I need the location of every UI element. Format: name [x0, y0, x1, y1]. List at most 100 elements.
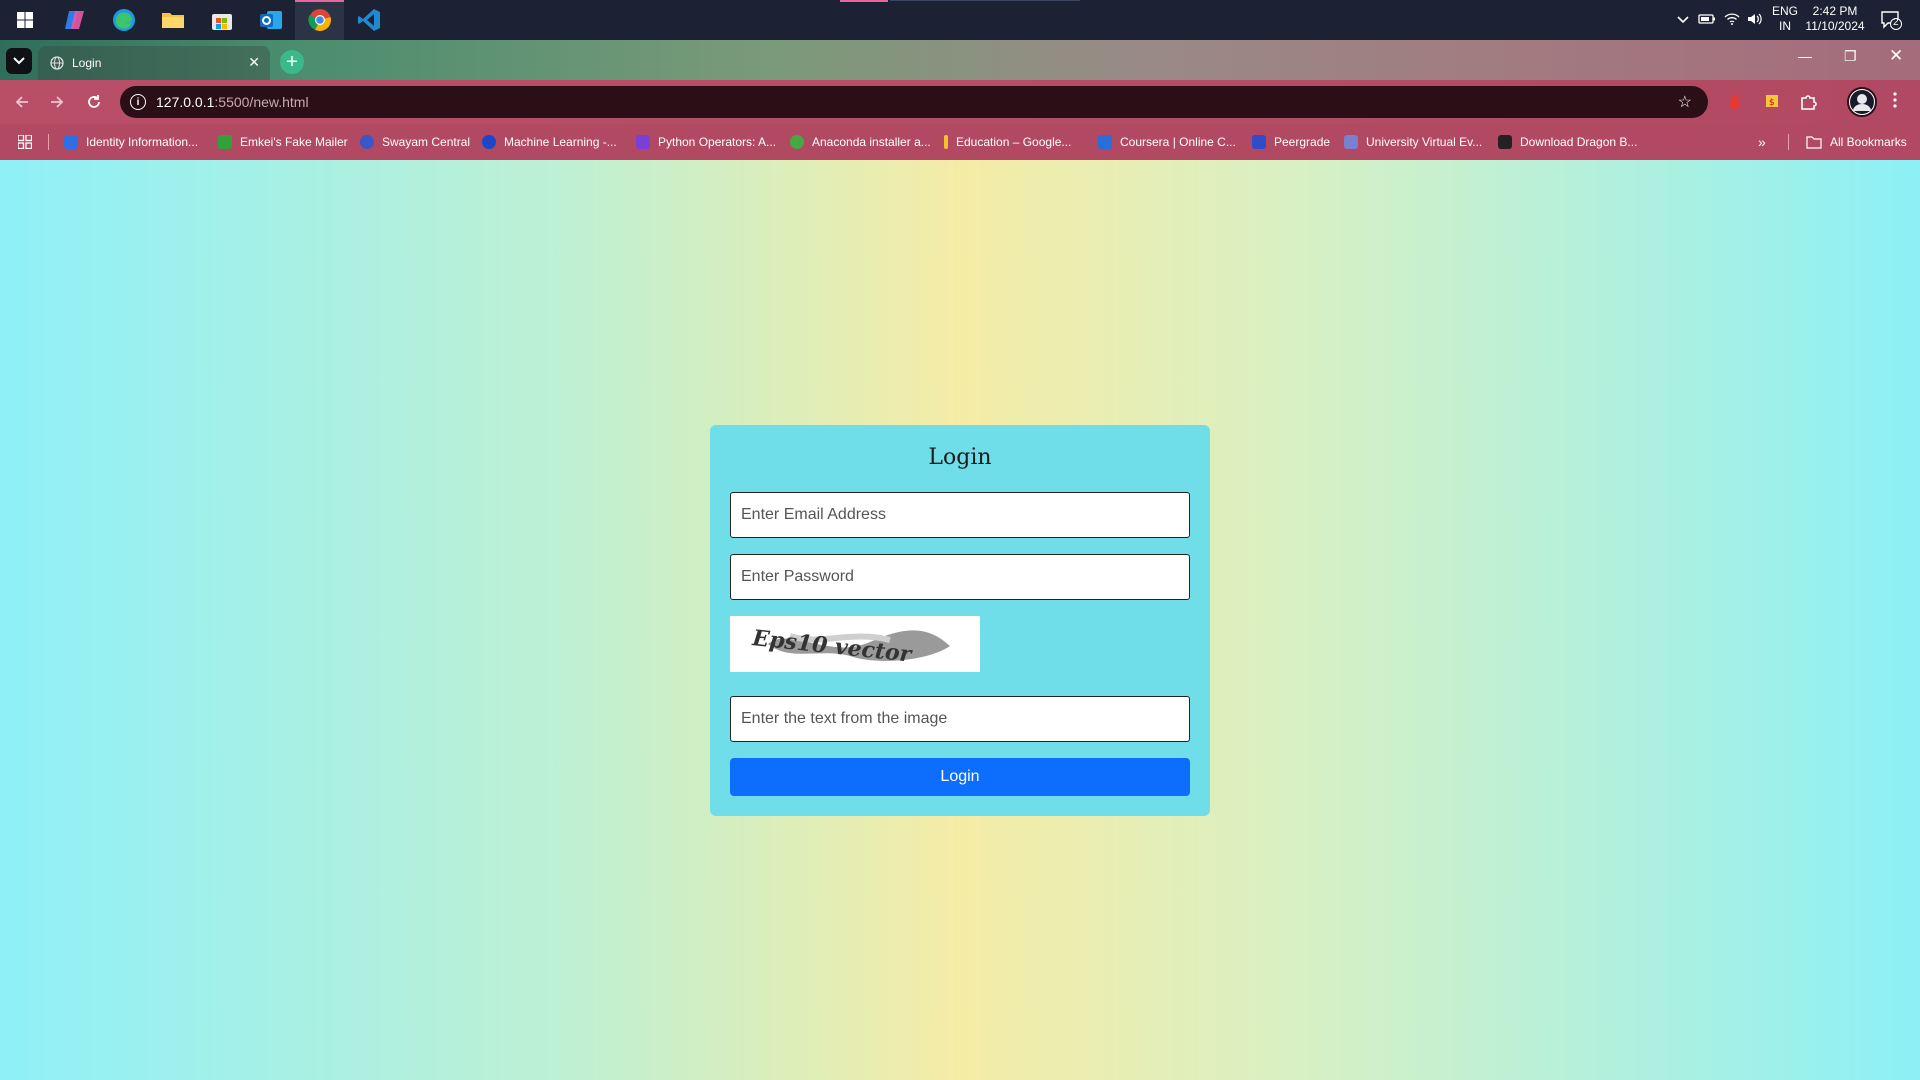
all-bookmarks-label: All Bookmarks [1830, 135, 1907, 149]
close-window-icon[interactable]: ✕ [1889, 46, 1903, 66]
microsoft-store-icon[interactable] [197, 0, 246, 40]
page-viewport: Login Eps10 vector Login [0, 160, 1920, 1080]
notification-count: 2 [1893, 17, 1899, 28]
taskbar-accent [840, 0, 888, 2]
taskbar-accent-line [890, 0, 1080, 1]
more-bookmarks-icon[interactable]: » [1758, 133, 1766, 151]
bookmark-favicon-icon [790, 135, 804, 149]
bookmark-item[interactable]: Machine Learning -... [482, 133, 617, 151]
bookmark-item[interactable]: Coursera | Online C... [1098, 133, 1236, 151]
url-host: 127.0.0.1 [156, 94, 215, 110]
bookmark-label: Education – Google... [956, 135, 1072, 149]
address-bar[interactable]: i 127.0.0.1:5500/new.html ☆ [120, 86, 1708, 118]
captcha-image: Eps10 vector [730, 616, 980, 672]
bookmark-favicon-icon [636, 135, 650, 149]
windows-start-icon[interactable] [0, 0, 49, 40]
bookmark-favicon-icon [944, 135, 948, 149]
bookmark-item[interactable]: Anaconda installer a... [790, 133, 931, 151]
clock-date: 11/10/2024 [1805, 19, 1865, 33]
volume-icon[interactable] [1747, 12, 1763, 31]
captcha-text: Eps10 vector [750, 625, 914, 668]
bookmark-item[interactable]: Emkei's Fake Mailer [218, 133, 348, 151]
more-options-icon[interactable] [1893, 92, 1897, 108]
bookmark-favicon-icon [1098, 135, 1112, 149]
email-field[interactable] [730, 492, 1190, 538]
bookmark-item[interactable]: Identity Information... [64, 133, 198, 151]
bookmark-label: Peergrade [1274, 135, 1331, 149]
restore-icon[interactable]: ❐ [1844, 48, 1857, 65]
site-info-icon[interactable]: i [130, 94, 146, 110]
bookmark-label: Machine Learning -... [504, 135, 617, 149]
globe-icon [50, 56, 64, 75]
bookmark-item[interactable]: Peergrade [1252, 133, 1330, 151]
url-path: :5500/new.html [214, 94, 309, 110]
tab-search-button[interactable] [6, 48, 32, 74]
login-button[interactable]: Login [730, 758, 1190, 796]
bookmark-favicon-icon [64, 135, 78, 149]
reload-icon[interactable] [86, 94, 102, 115]
battery-icon[interactable] [1698, 12, 1716, 31]
login-title: Login [928, 445, 992, 470]
bookmark-label: Emkei's Fake Mailer [240, 135, 348, 149]
bookmarks-bar: Identity Information... Emkei's Fake Mai… [0, 124, 1920, 160]
bookmark-item[interactable]: University Virtual Ev... [1344, 133, 1482, 151]
bookmark-label: University Virtual Ev... [1366, 135, 1483, 149]
language-code: ENG [1771, 4, 1798, 18]
extension-tag-icon[interactable]: $ [1764, 92, 1780, 115]
bookmark-label: Identity Information... [86, 135, 199, 149]
copilot-icon[interactable] [50, 0, 99, 40]
tab-strip: Login ✕ + [0, 40, 1920, 80]
profile-avatar[interactable] [1847, 87, 1877, 117]
notification-icon[interactable]: 2 [1880, 10, 1902, 35]
bookmark-favicon-icon [360, 135, 374, 149]
bookmark-label: Anaconda installer a... [812, 135, 931, 149]
tab-title: Login [72, 56, 102, 70]
outlook-icon[interactable] [246, 0, 295, 40]
bookmark-label: Coursera | Online C... [1120, 135, 1236, 149]
file-explorer-icon[interactable] [148, 0, 197, 40]
extensions-puzzle-icon[interactable] [1800, 92, 1818, 115]
browser-toolbar: i 127.0.0.1:5500/new.html ☆ $ [0, 80, 1920, 124]
bookmark-label: Swayam Central [382, 135, 471, 149]
url-text[interactable]: 127.0.0.1:5500/new.html [156, 94, 309, 110]
bookmark-separator [1788, 134, 1789, 150]
clock-time: 2:42 PM [1812, 4, 1858, 18]
tab-close-icon[interactable]: ✕ [248, 54, 260, 71]
svg-text:$: $ [1769, 98, 1775, 108]
bookmark-star-icon[interactable]: ☆ [1678, 92, 1692, 112]
folder-icon [1806, 135, 1822, 149]
chrome-icon[interactable] [295, 0, 344, 40]
bookmark-item[interactable]: Python Operators: A... [636, 133, 776, 151]
bookmark-favicon-icon [218, 135, 232, 149]
chevron-down-icon [13, 57, 25, 65]
bookmark-separator [48, 134, 49, 150]
bookmark-favicon-icon [1252, 135, 1266, 149]
all-bookmarks-button[interactable]: All Bookmarks [1806, 133, 1907, 151]
bookmark-favicon-icon [482, 135, 496, 149]
extension-hand-icon[interactable] [1727, 92, 1745, 117]
bookmark-label: Python Operators: A... [658, 135, 777, 149]
clock[interactable]: 2:42 PM 11/10/2024 [1800, 4, 1870, 34]
password-field[interactable] [730, 554, 1190, 600]
back-icon[interactable] [14, 94, 30, 115]
region-code: IN [1779, 19, 1791, 33]
taskbar: ENG IN 2:42 PM 11/10/2024 2 [0, 0, 1920, 40]
bookmark-favicon-icon [1344, 135, 1358, 149]
vscode-icon[interactable] [344, 0, 393, 40]
bookmark-label: Download Dragon B... [1520, 135, 1638, 149]
bookmark-item[interactable]: Download Dragon B... [1498, 133, 1637, 151]
login-card: Login Eps10 vector Login [710, 425, 1210, 816]
captcha-input[interactable] [730, 696, 1190, 742]
bookmark-item[interactable]: Swayam Central [360, 133, 470, 151]
bookmark-favicon-icon [1498, 135, 1512, 149]
language-indicator[interactable]: ENG IN [1770, 4, 1800, 34]
new-tab-button[interactable]: + [280, 50, 304, 74]
minimize-icon[interactable]: — [1798, 48, 1812, 64]
bookmark-item[interactable]: Education – Google... [944, 133, 1071, 151]
apps-grid-icon[interactable] [18, 133, 32, 151]
forward-icon[interactable] [49, 94, 65, 115]
chevron-up-icon[interactable] [1676, 12, 1690, 31]
edge-icon[interactable] [99, 0, 148, 40]
wifi-icon[interactable] [1724, 12, 1740, 31]
tab-login[interactable]: Login ✕ [38, 46, 270, 80]
